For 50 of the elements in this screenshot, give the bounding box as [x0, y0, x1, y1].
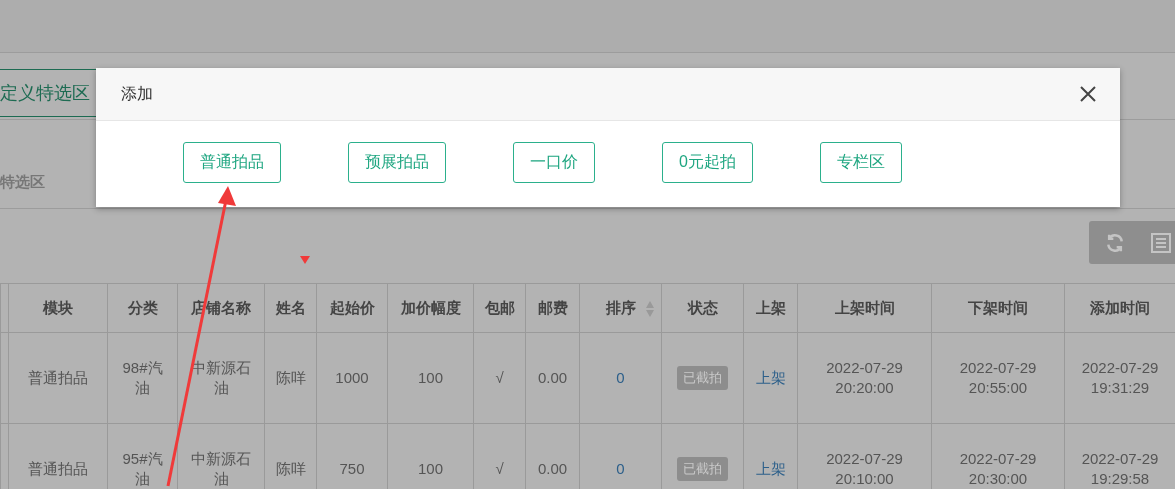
table-cell-text: 100 — [418, 459, 443, 477]
table-cell-text: 陈咩 — [275, 368, 306, 386]
table-cell-text: 100 — [418, 368, 443, 386]
dialog-title: 添加 — [121, 83, 153, 104]
option-button[interactable]: 专栏区 — [819, 142, 902, 183]
shelf-link[interactable]: 上架 — [755, 459, 786, 477]
table-cell-text: 95#汽油 — [121, 448, 164, 489]
sort-icon[interactable] — [645, 300, 655, 318]
table-cell-text: 中新源石油 — [190, 448, 252, 489]
section-label: 特选区 — [0, 173, 45, 192]
time-text: 2022-07-29 20:20:00 — [825, 357, 904, 398]
table-cell-text: 0.00 — [537, 459, 568, 477]
option-button[interactable]: 预展拍品 — [348, 142, 446, 183]
column-header: 状态 — [661, 283, 744, 333]
column-header: 上架 — [743, 283, 798, 333]
list-icon[interactable] — [1151, 232, 1171, 253]
table-cell-text: 750 — [339, 459, 365, 477]
column-header: 姓名 — [264, 283, 317, 333]
option-button[interactable]: 一口价 — [513, 142, 595, 183]
column-header: 上架时间 — [797, 283, 932, 333]
time-text: 2022-07-29 19:31:29 — [1080, 357, 1160, 398]
option-button[interactable]: 0元起拍 — [662, 142, 753, 183]
column-header: 添加时间 — [1064, 283, 1175, 333]
column-header: 邮费 — [525, 283, 580, 333]
table-cell-text: 普通拍品 — [28, 368, 88, 386]
column-header: 分类 — [107, 283, 178, 333]
table-cell-text: 普通拍品 — [28, 459, 88, 477]
refresh-icon[interactable] — [1105, 232, 1125, 253]
time-text: 2022-07-29 19:29:58 — [1080, 448, 1160, 489]
column-header: 起始价 — [316, 283, 388, 333]
column-header: 排序 — [579, 283, 662, 333]
close-button[interactable] — [1078, 84, 1098, 104]
time-text: 2022-07-29 20:10:00 — [825, 448, 904, 489]
sort-value: 0 — [616, 368, 625, 386]
shelf-link[interactable]: 上架 — [755, 368, 786, 386]
time-text: 2022-07-29 20:55:00 — [958, 357, 1038, 398]
column-header: 下架时间 — [931, 283, 1065, 333]
option-button[interactable]: 普通拍品 — [183, 142, 281, 183]
column-header: 模块 — [8, 283, 108, 333]
table-cell-text: 0.00 — [537, 368, 568, 386]
table-cell-text: √ — [495, 459, 504, 477]
table-cell-text: 98#汽油 — [121, 357, 164, 398]
time-text: 2022-07-29 20:30:00 — [958, 448, 1038, 489]
table-cell-text: 1000 — [335, 368, 369, 386]
column-header: 加价幅度 — [387, 283, 474, 333]
sort-value: 0 — [616, 459, 625, 477]
triangle-marker — [300, 256, 310, 264]
table-cell-text: √ — [495, 368, 504, 386]
table-cell-text: 陈咩 — [275, 459, 306, 477]
column-header: 包邮 — [473, 283, 526, 333]
